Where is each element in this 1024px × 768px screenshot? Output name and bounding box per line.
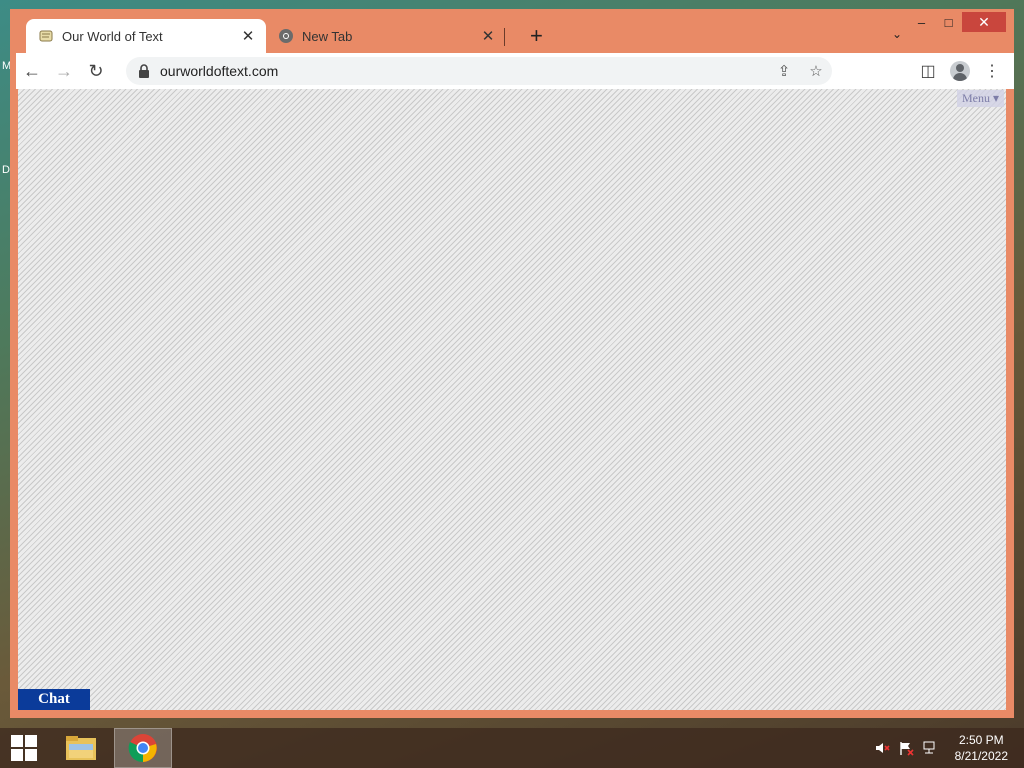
toolbar-right-buttons: ◫ ⋮ bbox=[912, 55, 1008, 87]
chat-button[interactable]: Chat bbox=[18, 689, 90, 710]
avatar-icon bbox=[950, 61, 970, 81]
back-button[interactable]: ← bbox=[16, 55, 48, 87]
url-text[interactable]: ourworldoftext.com bbox=[160, 63, 768, 79]
browser-window: – □ ✕ Our World of Text ✕ New Tab ✕ + ⌄ … bbox=[10, 9, 1014, 718]
reload-button[interactable]: ↻ bbox=[80, 55, 112, 87]
windows-logo-icon bbox=[11, 735, 37, 761]
address-bar[interactable]: ourworldoftext.com ⇪ ☆ bbox=[126, 57, 832, 85]
clock-time: 2:50 PM bbox=[958, 733, 1004, 747]
volume-muted-icon[interactable] bbox=[874, 740, 890, 756]
system-tray bbox=[874, 740, 938, 756]
clock-date: 8/21/2022 bbox=[954, 749, 1008, 763]
taskbar: 2:50 PM 8/21/2022 bbox=[0, 728, 1024, 768]
start-button[interactable] bbox=[0, 728, 48, 768]
chrome-icon bbox=[128, 734, 157, 763]
tab-close-icon[interactable]: ✕ bbox=[240, 27, 256, 45]
folder-icon bbox=[66, 736, 96, 760]
tab-close-icon[interactable]: ✕ bbox=[480, 27, 496, 45]
page-menu-button[interactable]: Menu ▾ bbox=[956, 90, 1004, 107]
chrome-favicon-icon bbox=[278, 28, 294, 44]
action-center-flag-icon[interactable] bbox=[898, 740, 914, 756]
chrome-taskbar-button[interactable] bbox=[114, 728, 172, 768]
browser-menu-icon[interactable]: ⋮ bbox=[976, 55, 1008, 87]
network-icon[interactable] bbox=[922, 740, 938, 756]
browser-toolbar: ← → ↻ ourworldoftext.com ⇪ ☆ ◫ ⋮ bbox=[16, 53, 1014, 89]
file-explorer-button[interactable] bbox=[53, 728, 109, 768]
text-world-canvas[interactable]: Menu ▾ Chat bbox=[18, 89, 1006, 710]
forward-button[interactable]: → bbox=[48, 55, 80, 87]
scroll-favicon-icon bbox=[38, 28, 54, 44]
tab-new-tab[interactable]: New Tab ✕ bbox=[276, 19, 506, 53]
bookmark-star-icon[interactable]: ☆ bbox=[800, 62, 832, 80]
profile-button[interactable] bbox=[944, 55, 976, 87]
tab-title: Our World of Text bbox=[62, 28, 163, 44]
tab-strip: Our World of Text ✕ New Tab ✕ + ⌄ bbox=[26, 19, 1014, 53]
desktop-icon-label[interactable]: D bbox=[2, 164, 10, 176]
tab-our-world-of-text[interactable]: Our World of Text ✕ bbox=[26, 19, 266, 53]
tab-separator bbox=[504, 28, 505, 46]
share-icon[interactable]: ⇪ bbox=[768, 62, 800, 80]
taskbar-clock[interactable]: 2:50 PM 8/21/2022 bbox=[955, 732, 1008, 764]
lock-icon[interactable] bbox=[138, 64, 150, 78]
tab-search-icon[interactable]: ⌄ bbox=[892, 27, 902, 41]
tab-title: New Tab bbox=[302, 28, 353, 44]
new-tab-button[interactable]: + bbox=[530, 25, 543, 47]
side-panel-icon[interactable]: ◫ bbox=[912, 55, 944, 87]
